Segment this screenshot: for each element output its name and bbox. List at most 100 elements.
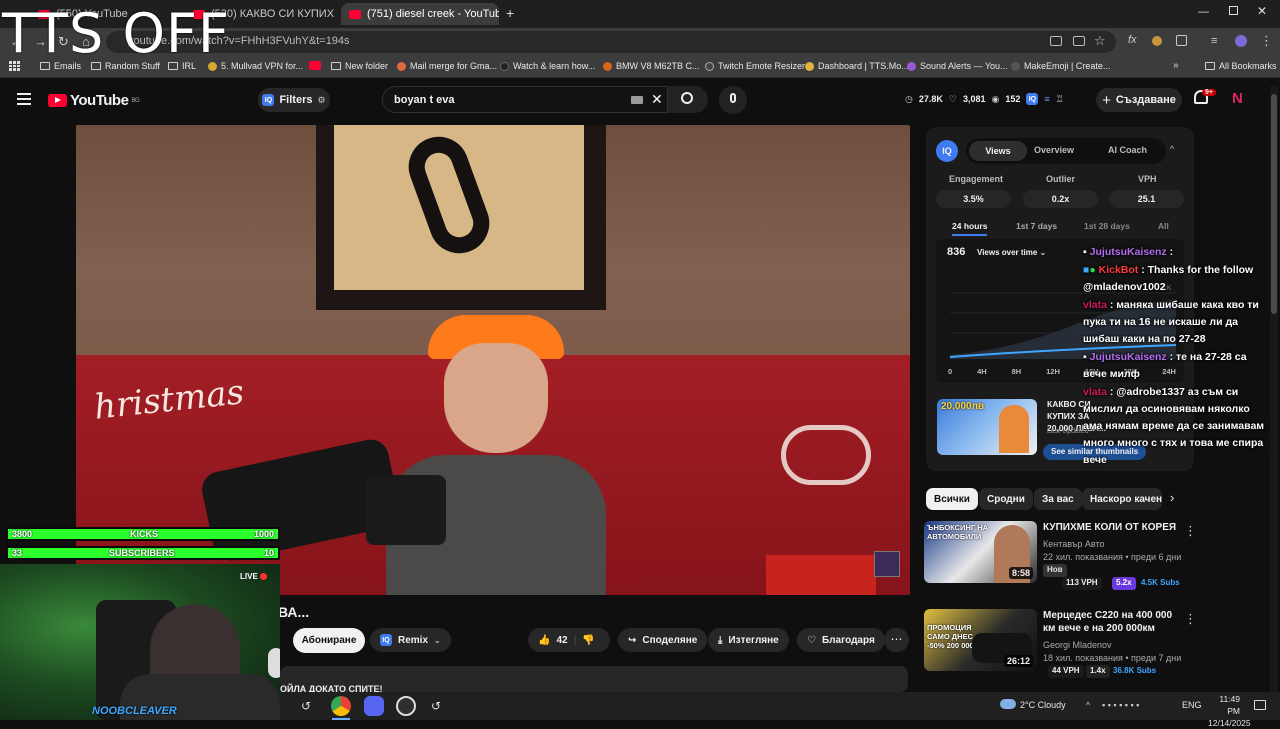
iq-icon[interactable]: IQ xyxy=(1026,93,1039,105)
tab-overview[interactable]: Overview xyxy=(1034,145,1074,155)
clock-time: 11:49 PM xyxy=(1219,694,1240,716)
weather-text[interactable]: 2°C Cloudy xyxy=(1020,700,1066,710)
close-window-icon[interactable]: ✕ xyxy=(1257,4,1267,18)
browser-menu-icon[interactable]: ⋮ xyxy=(1260,33,1273,49)
download-button[interactable]: ⤓ Изтегляне xyxy=(708,628,789,652)
range-24-hours[interactable]: 24 hours xyxy=(952,221,988,236)
trophy-icon[interactable]: ♖ xyxy=(1056,94,1064,105)
recommendation-item[interactable]: ПРОМОЦИЯ САМО ДНЕС -50% 200 000 км 26:12… xyxy=(924,609,1204,678)
bookmark-mail-merge[interactable]: Mail merge for Gma... xyxy=(397,61,497,71)
more-options-icon[interactable]: ⋮ xyxy=(1184,611,1197,627)
chrome-taskbar-icon[interactable] xyxy=(331,696,351,716)
clear-search-icon[interactable]: ✕ xyxy=(651,91,663,108)
chip-recently-uploaded[interactable]: Наскоро качени xyxy=(1082,488,1162,510)
url-field[interactable]: youtube.com/watch?v=FHhH3FVuhY&t=194s xyxy=(106,31,1116,53)
profile-avatar[interactable] xyxy=(1235,35,1247,47)
page-scrollbar[interactable] xyxy=(1270,86,1278,692)
chat-username: JujutsuKaisenz xyxy=(1089,351,1167,363)
extension-fx-icon[interactable]: fx xyxy=(1128,34,1137,46)
remix-button[interactable]: IQ Remix ⌄ xyxy=(370,628,451,652)
search-button[interactable] xyxy=(668,86,708,113)
collapse-chevron-icon[interactable]: ^ xyxy=(1170,144,1174,154)
views-dropdown[interactable]: Views over time ⌄ xyxy=(977,248,1046,257)
recommendation-thumbnail[interactable]: ПРОМОЦИЯ САМО ДНЕС -50% 200 000 км 26:12 xyxy=(924,609,1037,671)
range-all[interactable]: All xyxy=(1158,221,1169,231)
discord-taskbar-icon[interactable] xyxy=(364,696,384,716)
range-28-days[interactable]: 1st 28 days xyxy=(1084,221,1130,231)
windows-taskbar: ↺ ↺ 2°C Cloudy ^ ▪ ▪ ▪ ▪ ▪ ▪ ▪ ENG 11:49… xyxy=(280,692,1280,728)
bookmark-bmw[interactable]: BMW V8 M62TB C... xyxy=(603,61,700,71)
x-tick: 8H xyxy=(1011,367,1022,376)
more-actions-icon[interactable]: ⋯ xyxy=(884,628,909,652)
obs-taskbar-icon[interactable] xyxy=(396,696,416,716)
scrollbar-thumb[interactable] xyxy=(1271,94,1277,314)
search-input[interactable]: boyan t eva ✕ xyxy=(382,86,668,113)
bookmark-new-folder[interactable]: New folder xyxy=(331,61,388,71)
chip-related[interactable]: Сродни xyxy=(979,488,1033,510)
more-bookmarks-icon[interactable]: » xyxy=(1173,60,1179,71)
all-bookmarks[interactable]: All Bookmarks xyxy=(1205,61,1277,71)
app-icon[interactable]: ↺ xyxy=(428,698,444,714)
clock[interactable]: 11:49 PM 12/14/2025 xyxy=(1208,693,1251,729)
bookmark-emails[interactable]: Emails xyxy=(40,61,81,71)
bookmark-sound-alerts[interactable]: Sound Alerts — You... xyxy=(907,61,1008,71)
media-list-icon[interactable]: ≡ xyxy=(1211,35,1217,47)
channel-watermark[interactable] xyxy=(874,551,900,577)
new-tab-button[interactable]: + xyxy=(506,5,514,21)
create-button[interactable]: + Създаване xyxy=(1096,88,1182,112)
range-7-days[interactable]: 1st 7 days xyxy=(1016,221,1057,231)
extensions-puzzle-icon[interactable] xyxy=(1176,35,1187,46)
share-button[interactable]: ↪ Споделяне xyxy=(618,628,708,652)
tab-ai-coach[interactable]: AI Coach xyxy=(1108,145,1147,155)
bookmark-makeemoji[interactable]: MakeEmoji | Create... xyxy=(1011,61,1110,71)
tray-chevron-icon[interactable]: ^ xyxy=(1086,700,1090,710)
recommendation-channel[interactable]: Georgi Mladenov xyxy=(1043,640,1112,650)
description-box[interactable]: ОЙЛА ДОКАТО СПИТЕ! xyxy=(280,666,908,694)
youtube-favicon-icon xyxy=(309,61,321,70)
tab-diesel-creek[interactable]: (751) diesel creek - YouTub ✕ xyxy=(341,3,499,25)
video-player[interactable]: hristmas xyxy=(76,125,910,595)
site-icon xyxy=(1011,61,1020,71)
apps-grid-icon[interactable] xyxy=(9,61,20,71)
chat-text: : xyxy=(1169,246,1174,258)
minimize-window-icon[interactable]: — xyxy=(1198,6,1209,18)
chip-all[interactable]: Всички xyxy=(926,488,978,510)
suggestion-thumbnail[interactable]: 20,000лв xyxy=(937,399,1037,455)
input-language[interactable]: ENG xyxy=(1182,700,1202,710)
bookmark-random-stuff[interactable]: Random Stuff xyxy=(91,61,160,71)
app-back-icon[interactable]: ↺ xyxy=(298,698,314,714)
keyboard-icon[interactable] xyxy=(631,96,643,104)
chip-for-you[interactable]: За вас xyxy=(1034,488,1082,510)
bookmark-youtube[interactable] xyxy=(309,61,321,70)
bookmark-irl[interactable]: IRL xyxy=(168,61,196,71)
thanks-button[interactable]: ♡ Благодаря xyxy=(797,628,885,652)
bookmark-star-icon[interactable]: ☆ xyxy=(1094,33,1106,49)
youtube-favicon-icon xyxy=(349,9,361,19)
maximize-window-icon[interactable] xyxy=(1229,6,1238,15)
extension-icon[interactable] xyxy=(1152,36,1162,46)
bookmark-twitch-emote[interactable]: Twitch Emote Resizer xyxy=(705,61,805,71)
youtube-logo[interactable]: YouTube BG xyxy=(48,92,140,109)
thumbs-down-icon[interactable]: 👎 xyxy=(582,635,594,646)
subscribe-button[interactable]: Абониране xyxy=(293,628,365,653)
voice-search-button[interactable] xyxy=(719,86,747,114)
filters-button[interactable]: IQ Filters ⚙ xyxy=(258,88,330,112)
bookmark-tts-dashboard[interactable]: Dashboard | TTS.Mo... xyxy=(805,61,909,71)
list-icon[interactable]: ≡ xyxy=(1044,94,1049,104)
recommendation-channel[interactable]: Кентавър Авто xyxy=(1043,539,1104,549)
more-options-icon[interactable]: ⋮ xyxy=(1184,523,1197,539)
bookmark-mullvad[interactable]: 5. Mullvad VPN for... xyxy=(208,61,303,71)
thumbs-up-icon[interactable]: 👍 xyxy=(538,635,550,646)
tray-icons[interactable]: ▪ ▪ ▪ ▪ ▪ ▪ ▪ xyxy=(1102,700,1139,710)
chips-next-icon[interactable]: › xyxy=(1170,490,1174,505)
recommendation-thumbnail[interactable]: ЪНБОКСИНГ НА АВТОМОБИЛИ 8:58 xyxy=(924,521,1037,583)
cast-icon[interactable] xyxy=(1073,36,1085,46)
hamburger-menu-icon[interactable] xyxy=(17,93,31,105)
notification-center-icon[interactable] xyxy=(1254,700,1266,710)
recommendation-item[interactable]: ЪНБОКСИНГ НА АВТОМОБИЛИ 8:58 КУПИХМЕ КОЛ… xyxy=(924,521,1204,590)
tab-views[interactable]: Views xyxy=(969,141,1027,161)
account-avatar[interactable]: N xyxy=(1232,90,1248,108)
bookmark-watch-learn[interactable]: Watch & learn how... xyxy=(500,61,595,71)
translate-icon[interactable] xyxy=(1050,36,1062,46)
person xyxy=(386,295,606,595)
